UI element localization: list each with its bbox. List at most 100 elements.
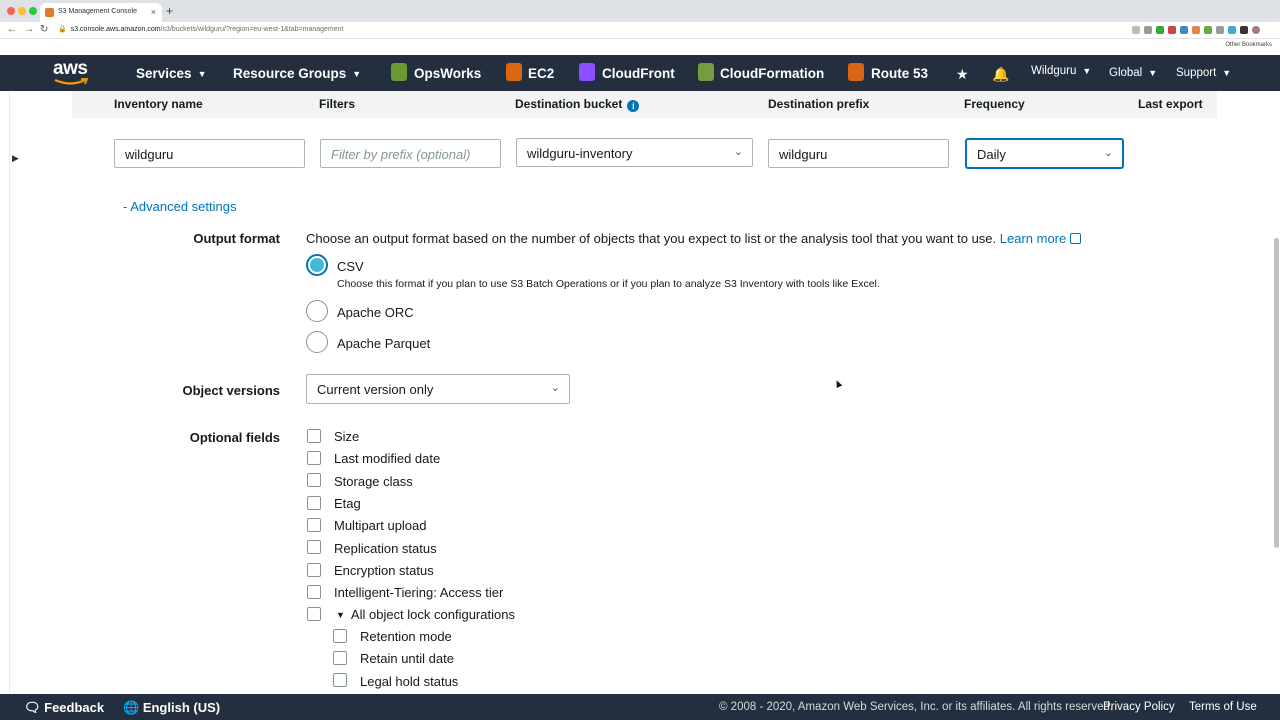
checkbox-multipart-upload[interactable]: [307, 518, 321, 532]
reload-icon[interactable]: ↻: [40, 24, 48, 35]
privacy-policy-link[interactable]: Privacy Policy: [1103, 701, 1175, 713]
checkbox-replication-status[interactable]: [307, 540, 321, 554]
other-bookmarks[interactable]: Other Bookmarks: [1225, 42, 1272, 48]
opsworks-shortcut[interactable]: OpsWorks: [414, 66, 481, 81]
radio-apache-orc[interactable]: [306, 300, 328, 322]
browser-tab[interactable]: S3 Management Console ×: [40, 3, 162, 22]
forward-arrow-icon[interactable]: →: [24, 24, 34, 35]
radio-apache-orc-label: Apache ORC: [337, 305, 414, 320]
extension-icons: [1132, 26, 1260, 34]
checkbox-size[interactable]: [307, 429, 321, 443]
radio-csv[interactable]: [306, 254, 328, 276]
support-menu[interactable]: Support ▼: [1176, 67, 1231, 79]
services-label: Services: [136, 66, 192, 81]
aws-logo[interactable]: aws: [53, 58, 91, 86]
output-format-desc-text: Choose an output format based on the num…: [306, 231, 997, 246]
checkbox-etag[interactable]: [307, 496, 321, 510]
checkbox-last-modified-date[interactable]: [307, 451, 321, 465]
filter-prefix-input[interactable]: Filter by prefix (optional): [320, 139, 501, 168]
resource-groups-menu[interactable]: Resource Groups ▼: [233, 66, 361, 81]
aws-logo-text: aws: [53, 58, 88, 79]
chevron-down-icon: ▼: [197, 69, 207, 80]
checkbox-retention-mode[interactable]: [333, 629, 347, 643]
browser-tab-strip: S3 Management Console × +: [0, 0, 1280, 22]
close-tab-icon[interactable]: ×: [151, 7, 156, 17]
opsworks-icon: [391, 63, 407, 81]
url-host: s3.console.aws.amazon.com: [70, 26, 161, 33]
browser-toolbar: ← → ↻ 🔒 s3.console.aws.amazon.com/s3/buck…: [0, 22, 1280, 39]
services-menu[interactable]: Services ▼: [136, 66, 206, 81]
copyright-text: © 2008 - 2020, Amazon Web Services, Inc.…: [719, 701, 1114, 713]
cloudfront-icon: [579, 63, 595, 81]
address-bar[interactable]: 🔒 s3.console.aws.amazon.com/s3/buckets/wi…: [58, 25, 344, 33]
terms-of-use-link[interactable]: Terms of Use: [1189, 701, 1257, 713]
back-arrow-icon[interactable]: ←: [7, 24, 17, 35]
region-menu[interactable]: Global ▼: [1109, 67, 1157, 79]
speech-bubble-icon: 🗨: [24, 700, 41, 715]
extension-icon[interactable]: [1204, 26, 1212, 34]
account-menu[interactable]: Wildguru ▼: [1031, 65, 1091, 77]
cloudfront-shortcut[interactable]: CloudFront: [602, 66, 675, 81]
language-label: English (US): [142, 700, 221, 715]
col-destination-bucket-label: Destination bucket: [515, 97, 623, 111]
aws-smile-icon: [54, 78, 89, 85]
cloudformation-shortcut[interactable]: CloudFormation: [720, 66, 824, 81]
url-path: /s3/buckets/wildguru/?region=eu-west-1&t…: [160, 26, 344, 33]
radio-apache-parquet[interactable]: [306, 331, 328, 353]
extension-icon[interactable]: [1192, 26, 1200, 34]
inventory-name-input[interactable]: wildguru: [114, 139, 305, 168]
extension-icon[interactable]: [1180, 26, 1188, 34]
checkbox-intelligent-tiering[interactable]: [307, 585, 321, 599]
language-selector[interactable]: 🌐 English (US): [123, 700, 220, 716]
bookmark-star-icon[interactable]: [1144, 26, 1152, 34]
checkbox-intelligent-tiering-label: Intelligent-Tiering: Access tier: [334, 585, 504, 600]
scrollbar-thumb[interactable]: [1274, 238, 1279, 548]
profile-avatar[interactable]: [1252, 26, 1260, 34]
col-destination-bucket: Destination bucket i: [515, 97, 640, 112]
frequency-select[interactable]: Daily ⌄: [966, 139, 1123, 168]
chevron-down-icon: ⌄: [1103, 147, 1113, 159]
maximize-window-button[interactable]: [29, 7, 37, 15]
expand-sidebar-icon[interactable]: ▶: [12, 153, 19, 164]
extension-icon[interactable]: [1228, 26, 1236, 34]
left-rail: ▶: [0, 91, 19, 694]
radio-apache-parquet-label: Apache Parquet: [337, 336, 431, 351]
external-link-icon: [1070, 233, 1082, 244]
object-lock-expander[interactable]: ▼ All object lock configurations: [336, 607, 515, 622]
ec2-shortcut[interactable]: EC2: [528, 66, 554, 81]
new-tab-button[interactable]: +: [166, 4, 173, 18]
globe-icon: 🌐: [123, 700, 140, 715]
extension-icon[interactable]: [1240, 26, 1248, 34]
info-icon[interactable]: i: [627, 100, 640, 112]
checkbox-encryption-status[interactable]: [307, 563, 321, 577]
close-window-button[interactable]: [7, 7, 15, 15]
extension-icon[interactable]: [1216, 26, 1224, 34]
output-format-label: Output format: [193, 231, 280, 246]
checkbox-retain-until-date[interactable]: [333, 651, 347, 665]
feedback-label: Feedback: [44, 700, 105, 715]
extension-icon[interactable]: [1168, 26, 1176, 34]
support-label: Support: [1176, 67, 1217, 79]
bell-icon[interactable]: 🔔: [992, 66, 1009, 83]
csv-hint: Choose this format if you plan to use S3…: [337, 278, 880, 290]
cloudformation-icon: [698, 63, 714, 81]
col-filters: Filters: [319, 97, 356, 111]
minimize-window-button[interactable]: [18, 7, 26, 15]
col-frequency: Frequency: [964, 97, 1025, 111]
zoom-icon[interactable]: [1132, 26, 1140, 34]
extension-icon[interactable]: [1156, 26, 1164, 34]
checkbox-object-lock[interactable]: [307, 607, 321, 621]
pin-icon[interactable]: ★: [956, 66, 969, 83]
destination-bucket-select[interactable]: wildguru-inventory ⌄: [516, 138, 753, 167]
checkbox-legal-hold-status[interactable]: [333, 673, 347, 687]
chevron-down-icon: ▼: [1082, 65, 1092, 76]
checkbox-retention-mode-label: Retention mode: [360, 629, 452, 644]
checkbox-storage-class[interactable]: [307, 473, 321, 487]
route53-shortcut[interactable]: Route 53: [871, 66, 928, 81]
feedback-button[interactable]: 🗨 Feedback: [24, 700, 104, 716]
learn-more-link[interactable]: Learn more: [1000, 231, 1082, 246]
object-versions-select[interactable]: Current version only ⌄: [306, 374, 570, 404]
advanced-settings-toggle[interactable]: - Advanced settings: [123, 199, 236, 214]
ec2-icon: [506, 63, 522, 81]
destination-prefix-input[interactable]: wildguru: [768, 139, 949, 168]
